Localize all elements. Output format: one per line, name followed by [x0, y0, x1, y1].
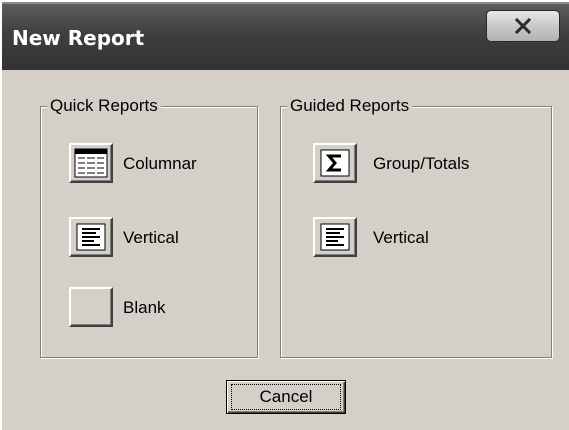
columnar-table-icon — [74, 148, 108, 178]
group-totals-report-button[interactable] — [313, 143, 357, 183]
columnar-label: Columnar — [123, 154, 197, 173]
guided-vertical-report-button[interactable] — [313, 217, 357, 257]
quick-reports-group: Quick Reports Columnar Vertical Blank — [40, 96, 258, 358]
vertical-lines-icon — [76, 223, 106, 251]
guided-reports-legend: Guided Reports — [287, 96, 413, 116]
title-bar[interactable]: New Report — [2, 2, 569, 70]
columnar-report-button[interactable] — [69, 143, 113, 183]
guided-vertical-label: Vertical — [373, 228, 429, 247]
cancel-label: Cancel — [230, 384, 342, 410]
guided-reports-group: Guided Reports Group/Totals Vertical — [280, 96, 552, 358]
close-icon — [514, 18, 532, 34]
sigma-icon — [320, 149, 350, 177]
vertical-label: Vertical — [123, 228, 179, 247]
vertical-lines-icon — [320, 223, 350, 251]
close-button[interactable] — [486, 10, 560, 42]
new-report-dialog: New Report Quick Reports Columnar Vertic… — [0, 0, 569, 430]
blank-report-button[interactable] — [69, 287, 113, 327]
quick-reports-legend: Quick Reports — [47, 96, 161, 116]
group-totals-label: Group/Totals — [373, 154, 470, 173]
cancel-button[interactable]: Cancel — [226, 380, 346, 414]
vertical-report-button[interactable] — [69, 217, 113, 257]
window-title: New Report — [12, 26, 145, 50]
blank-label: Blank — [123, 298, 166, 317]
